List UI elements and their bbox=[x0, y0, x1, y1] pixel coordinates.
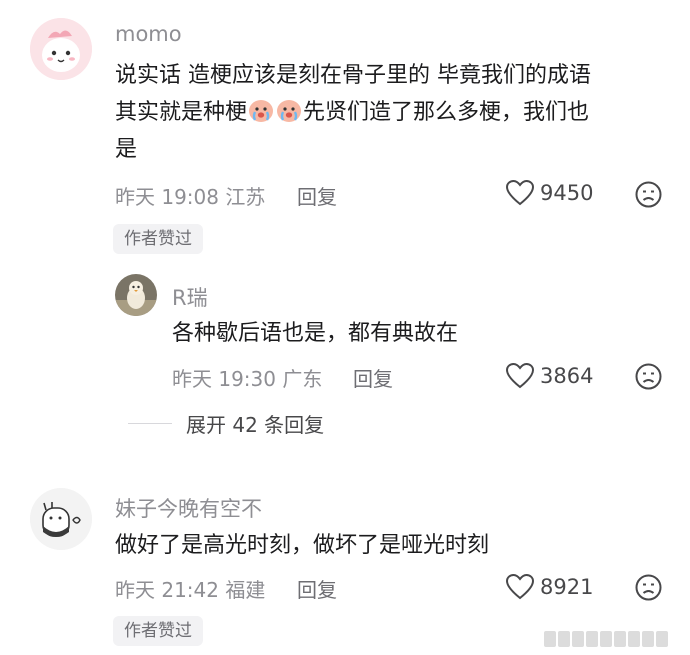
comment-username[interactable]: R瑞 bbox=[172, 282, 208, 312]
watermark bbox=[544, 631, 668, 647]
comment-text-line: 说实话 造梗应该是刻在骨子里的 毕竟我们的成语 bbox=[115, 63, 591, 88]
comment-meta: 昨天 19:08 江苏 bbox=[115, 185, 266, 209]
comment-text: 做好了是高光时刻，做坏了是哑光时刻 bbox=[115, 533, 490, 558]
comment-text-segment: 其实就是种梗 bbox=[115, 100, 248, 125]
heart-outline-icon bbox=[506, 180, 534, 206]
comment-text-line: 其实就是种梗 先贤们造了那么多梗，我们也 bbox=[115, 94, 655, 131]
comment-meta: 昨天 19:30 广东 bbox=[172, 367, 323, 391]
reply-button[interactable]: 回复 bbox=[353, 363, 393, 392]
dislike-button[interactable] bbox=[635, 363, 662, 394]
expand-replies-button[interactable]: 展开 42 条回复 bbox=[128, 409, 324, 438]
like-count: 9450 bbox=[540, 181, 594, 205]
comment-text-segment: 先贤们造了那么多梗，我们也 bbox=[303, 100, 590, 125]
divider-line bbox=[128, 423, 172, 424]
like-count: 8921 bbox=[540, 575, 594, 599]
unhappy-face-icon bbox=[635, 574, 662, 601]
avatar-meizi[interactable] bbox=[30, 488, 92, 550]
dislike-button[interactable] bbox=[635, 181, 662, 212]
like-button[interactable]: 9450 bbox=[506, 180, 593, 206]
avatar-momo[interactable] bbox=[30, 18, 92, 80]
like-button[interactable]: 8921 bbox=[506, 574, 593, 600]
like-button[interactable]: 3864 bbox=[506, 363, 593, 389]
crying-face-emoji bbox=[249, 100, 274, 122]
avatar-r-rui[interactable] bbox=[115, 274, 157, 316]
expand-replies-label: 展开 42 条回复 bbox=[186, 413, 325, 437]
author-liked-badge: 作者赞过 bbox=[113, 224, 203, 254]
comment-text-line: 是 bbox=[115, 137, 138, 162]
heart-outline-icon bbox=[506, 363, 534, 389]
author-liked-badge: 作者赞过 bbox=[113, 616, 203, 646]
comment-meta: 昨天 21:42 福建 bbox=[115, 578, 266, 602]
heart-outline-icon bbox=[506, 574, 534, 600]
reply-button[interactable]: 回复 bbox=[297, 181, 337, 210]
comment-username[interactable]: 妹子今晚有空不 bbox=[115, 493, 262, 523]
unhappy-face-icon bbox=[635, 363, 662, 390]
dislike-button[interactable] bbox=[635, 574, 662, 605]
comment-text: 说实话 造梗应该是刻在骨子里的 毕竟我们的成语 其实就是种梗 先贤们造了那么多梗，… bbox=[115, 57, 655, 168]
crying-face-emoji bbox=[277, 100, 302, 122]
comment-username[interactable]: momo bbox=[115, 22, 182, 46]
reply-button[interactable]: 回复 bbox=[297, 574, 337, 603]
comment-text: 各种歇后语也是，都有典故在 bbox=[172, 321, 459, 346]
unhappy-face-icon bbox=[635, 181, 662, 208]
like-count: 3864 bbox=[540, 364, 594, 388]
